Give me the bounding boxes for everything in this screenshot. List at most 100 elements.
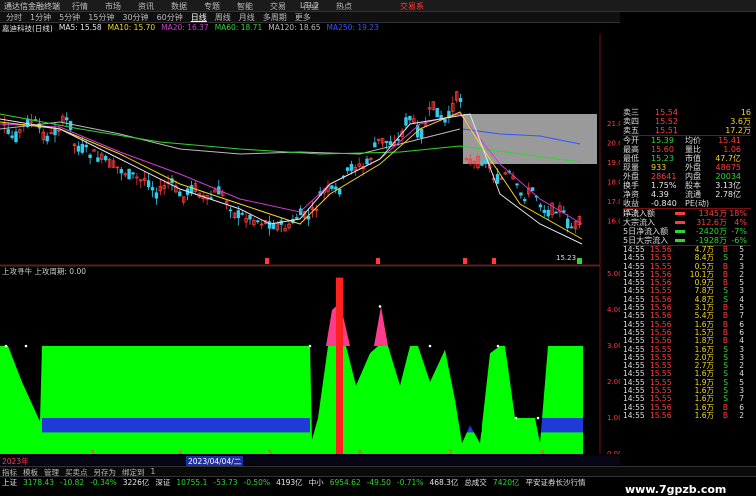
stat-value: 15.41 bbox=[718, 136, 741, 145]
stat-value: 1.06 bbox=[723, 145, 741, 154]
menu-item[interactable]: 智能 bbox=[237, 1, 253, 12]
flow-pct: -6% bbox=[731, 236, 747, 245]
candle-body bbox=[178, 191, 182, 197]
period-tab[interactable]: 日线 bbox=[191, 12, 207, 22]
ask-row[interactable]: 卖三 15.54 16 bbox=[623, 108, 751, 117]
candle-body bbox=[349, 163, 354, 171]
menu-item[interactable]: 市场 bbox=[105, 1, 121, 12]
candle-body bbox=[271, 223, 276, 229]
index-change: -49.50 bbox=[366, 477, 391, 487]
candle-body bbox=[480, 163, 484, 166]
menu-item[interactable]: 数据 bbox=[171, 1, 187, 12]
index-name[interactable]: 上证 bbox=[2, 477, 17, 488]
flow-label: 大宗流入 bbox=[623, 218, 655, 227]
menu-item[interactable]: 行情 bbox=[72, 1, 88, 12]
index-value: 10755.1 bbox=[176, 477, 208, 487]
event-marker bbox=[376, 258, 380, 264]
candle-body bbox=[189, 185, 194, 194]
period-tab[interactable]: 更多 bbox=[295, 12, 311, 22]
index-amount: 4193亿 bbox=[276, 477, 303, 487]
index-pct: -0.34% bbox=[90, 477, 117, 487]
candle-body bbox=[523, 199, 527, 202]
index-change: -53.73 bbox=[213, 477, 238, 487]
menu-item[interactable]: 资讯 bbox=[138, 1, 154, 12]
candle-body bbox=[538, 204, 543, 208]
ma-legend: 嘉迪科技(日线) MA5: 15.58 MA10: 15.70 MA20: 16.3… bbox=[0, 23, 379, 34]
indicator-dot bbox=[308, 344, 312, 348]
index-name[interactable]: 总成交 bbox=[464, 477, 487, 488]
ask-row[interactable]: 卖五 15.51 17.2万 bbox=[623, 126, 751, 135]
indicator-tab[interactable]: 指标 bbox=[2, 467, 17, 477]
candle-body bbox=[6, 129, 10, 134]
ask-price: 15.54 bbox=[655, 108, 678, 117]
trade-menu[interactable]: 交易系 bbox=[400, 1, 424, 12]
period-tab[interactable]: 5分钟 bbox=[59, 12, 80, 22]
indicator-tab[interactable]: 买卖点 bbox=[65, 467, 88, 477]
flow-bar bbox=[675, 212, 685, 215]
price-axis-label: 21.00 bbox=[607, 120, 620, 128]
flow-label: 5日净流入额 bbox=[623, 227, 669, 236]
indicator-tab[interactable]: 绑定到 bbox=[122, 467, 145, 477]
indicator-axis-label: 5.00 bbox=[607, 270, 620, 278]
period-tab[interactable]: 1分钟 bbox=[30, 12, 51, 22]
ask-label: 卖五 bbox=[623, 126, 639, 135]
indicator-blue-band bbox=[540, 418, 583, 433]
period-tab[interactable]: 30分钟 bbox=[122, 12, 148, 22]
index-name[interactable]: 中小 bbox=[309, 477, 324, 488]
indicator-tab[interactable]: 管理 bbox=[44, 467, 59, 477]
date-tick: 3 bbox=[90, 449, 94, 454]
period-tab[interactable]: 多周期 bbox=[263, 12, 287, 22]
candle-body bbox=[80, 143, 84, 153]
indicator-axis-label: 2.00 bbox=[607, 378, 620, 386]
period-tab[interactable]: 周线 bbox=[215, 12, 231, 22]
indicator-tabs: 指标 模板 管理 买卖点 另存为 绑定到 1 bbox=[0, 466, 756, 477]
candle-body bbox=[542, 209, 546, 213]
period-tab[interactable]: 分时 bbox=[6, 12, 22, 22]
menu-item[interactable]: 交易 bbox=[270, 1, 286, 12]
kline-chart[interactable]: 21.00 20.00 19.00 18.00 17.00 16.00 15.23 5.00 4… bbox=[0, 34, 620, 454]
candle-body bbox=[345, 167, 350, 171]
stat-label: 股本 bbox=[685, 181, 701, 190]
ma-label: MA5: 15.58 bbox=[58, 23, 102, 32]
period-tab[interactable]: 15分钟 bbox=[88, 12, 114, 22]
event-marker bbox=[492, 258, 496, 264]
menu-item[interactable]: 专题 bbox=[204, 1, 220, 12]
candle-body bbox=[146, 180, 151, 188]
stat-label: 均价 bbox=[685, 136, 701, 145]
stat-value: -0.840 bbox=[651, 199, 677, 208]
ask-row[interactable]: 卖四 15.52 3.6万 bbox=[623, 117, 751, 126]
stat-row: 外盘 28641 内盘 20034 bbox=[623, 172, 751, 181]
stat-value: 2.78亿 bbox=[715, 190, 741, 199]
flow-value: 1345万 bbox=[698, 209, 727, 218]
ma-label: MA20: 16.37 bbox=[161, 23, 209, 32]
fund-flow-row: 大宗流入 312.6万 4% bbox=[623, 218, 751, 227]
candle-body bbox=[267, 221, 272, 229]
candle-body bbox=[45, 135, 49, 142]
indicator-tab[interactable]: 模板 bbox=[23, 467, 38, 477]
price-axis-label: 19.00 bbox=[607, 159, 620, 167]
candle-body bbox=[14, 131, 18, 143]
date-tick: 4 bbox=[178, 449, 183, 454]
title-bar: 通达信金融终端 行情 市场 资讯 数据 专题 智能 交易 行业 热点 L1L2 交易系 bbox=[0, 0, 756, 12]
candle-body bbox=[150, 187, 155, 191]
stat-value: 4.39 bbox=[651, 190, 669, 199]
menu-item[interactable]: 热点 bbox=[336, 1, 352, 12]
period-tab[interactable]: 60分钟 bbox=[157, 12, 183, 22]
indicator-tab[interactable]: 1 bbox=[151, 467, 156, 476]
index-amount: 468.3亿 bbox=[429, 477, 459, 487]
event-marker bbox=[577, 258, 582, 264]
indicator-axis-label: 4.00 bbox=[607, 306, 620, 314]
period-tab[interactable]: 月线 bbox=[239, 12, 255, 22]
indicator-tab[interactable]: 另存为 bbox=[94, 467, 117, 477]
stat-row: 净资 4.39 流通 2.78亿 bbox=[623, 190, 751, 199]
index-value: 6954.62 bbox=[329, 477, 361, 487]
watermark-text: www.7gpzb.com bbox=[625, 483, 727, 496]
stat-label: 市值 bbox=[685, 154, 701, 163]
stat-value: 48675 bbox=[715, 163, 741, 172]
index-change: -10.82 bbox=[60, 477, 85, 487]
candle-body bbox=[119, 169, 123, 174]
app-title: 通达信金融终端 bbox=[4, 2, 60, 11]
index-pct: -0.71% bbox=[396, 477, 424, 487]
index-name[interactable]: 深证 bbox=[155, 477, 170, 488]
candle-body bbox=[419, 128, 424, 139]
